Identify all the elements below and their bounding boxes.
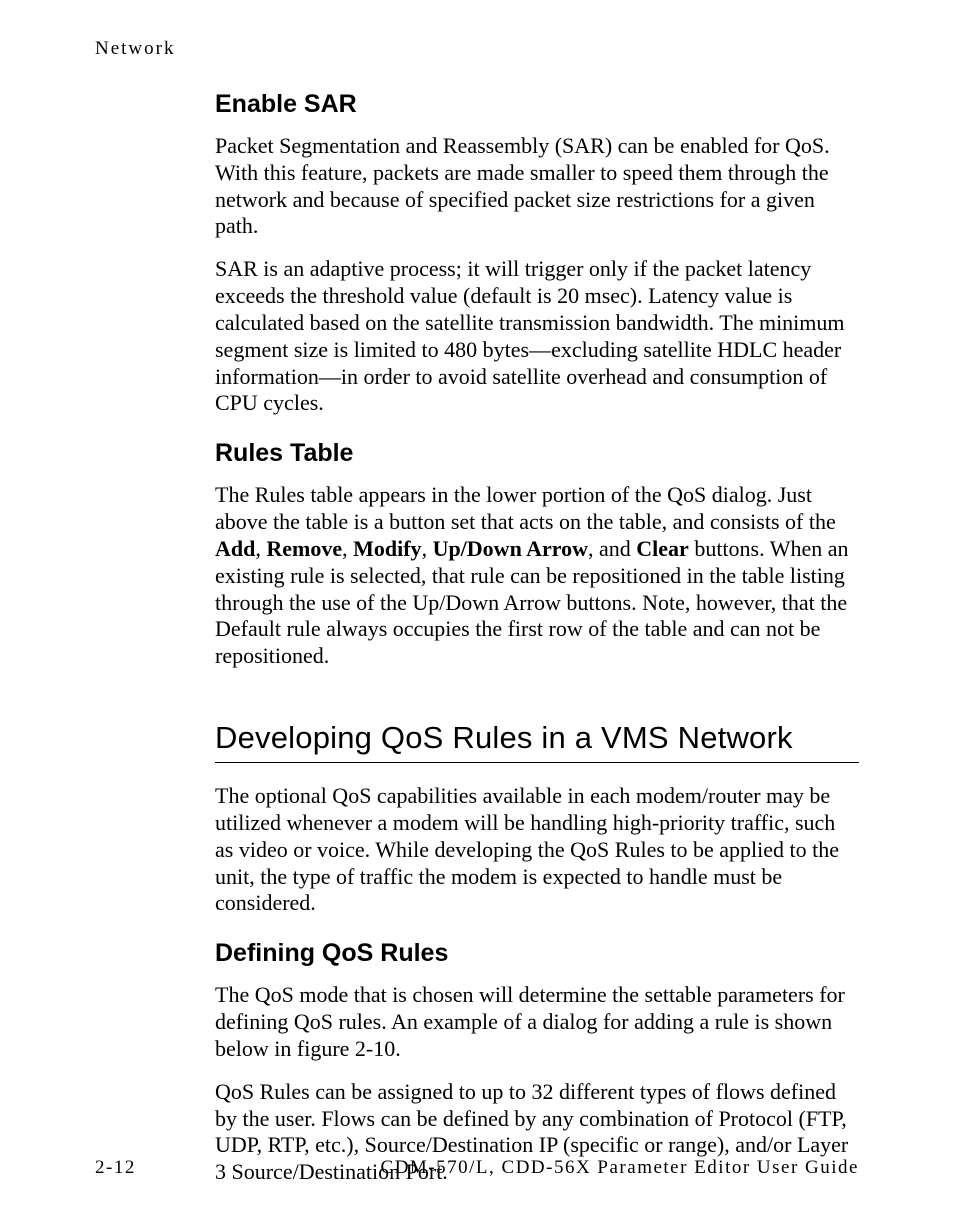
text-sep2: , [342,536,353,561]
text-rules-a: The Rules table appears in the lower por… [215,482,836,534]
heading-rules-table: Rules Table [215,439,859,468]
page-container: Network Enable SAR Packet Segmentation a… [0,0,954,1227]
heading-enable-sar: Enable SAR [215,90,859,119]
bold-updown: Up/Down Arrow [433,536,588,561]
main-content: Enable SAR Packet Segmentation and Reass… [215,90,859,1186]
bold-remove: Remove [266,536,342,561]
text-sep3: , [422,536,433,561]
bold-add: Add [215,536,255,561]
doc-title: CDM-570/L, CDD-56X Parameter Editor User… [381,1157,859,1179]
heading-defining-qos: Defining QoS Rules [215,939,859,968]
page-footer: 2-12 CDM-570/L, CDD-56X Parameter Editor… [95,1157,859,1179]
bold-clear: Clear [636,536,689,561]
text-sep1: , [255,536,266,561]
text-sep4: , and [588,536,636,561]
para-enable-sar-1: Packet Segmentation and Reassembly (SAR)… [215,133,859,240]
para-def-qos-1: The QoS mode that is chosen will determi… [215,982,859,1062]
page-number: 2-12 [95,1157,136,1179]
section-rule [215,762,859,763]
para-rules-table: The Rules table appears in the lower por… [215,482,859,670]
heading-developing-qos: Developing QoS Rules in a VMS Network [215,720,859,756]
para-enable-sar-2: SAR is an adaptive process; it will trig… [215,256,859,417]
running-head: Network [95,38,859,60]
para-dev-qos: The optional QoS capabilities available … [215,783,859,917]
bold-modify: Modify [353,536,421,561]
